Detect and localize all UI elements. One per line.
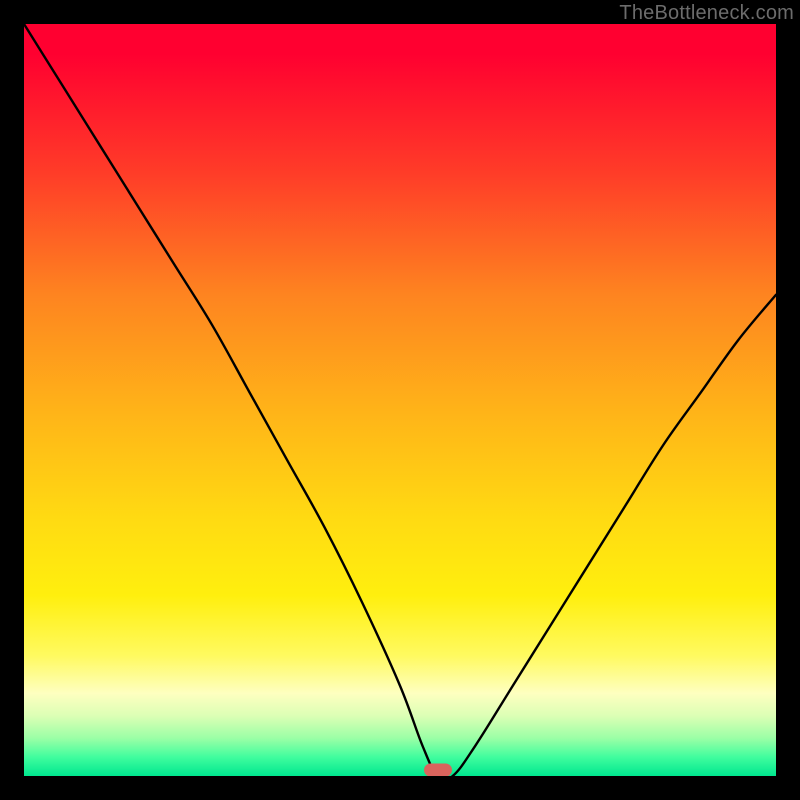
bottleneck-curve [24,24,776,776]
plot-area [24,24,776,776]
valley-marker [424,764,452,777]
chart-frame: TheBottleneck.com [0,0,800,800]
attribution-text: TheBottleneck.com [619,2,794,25]
